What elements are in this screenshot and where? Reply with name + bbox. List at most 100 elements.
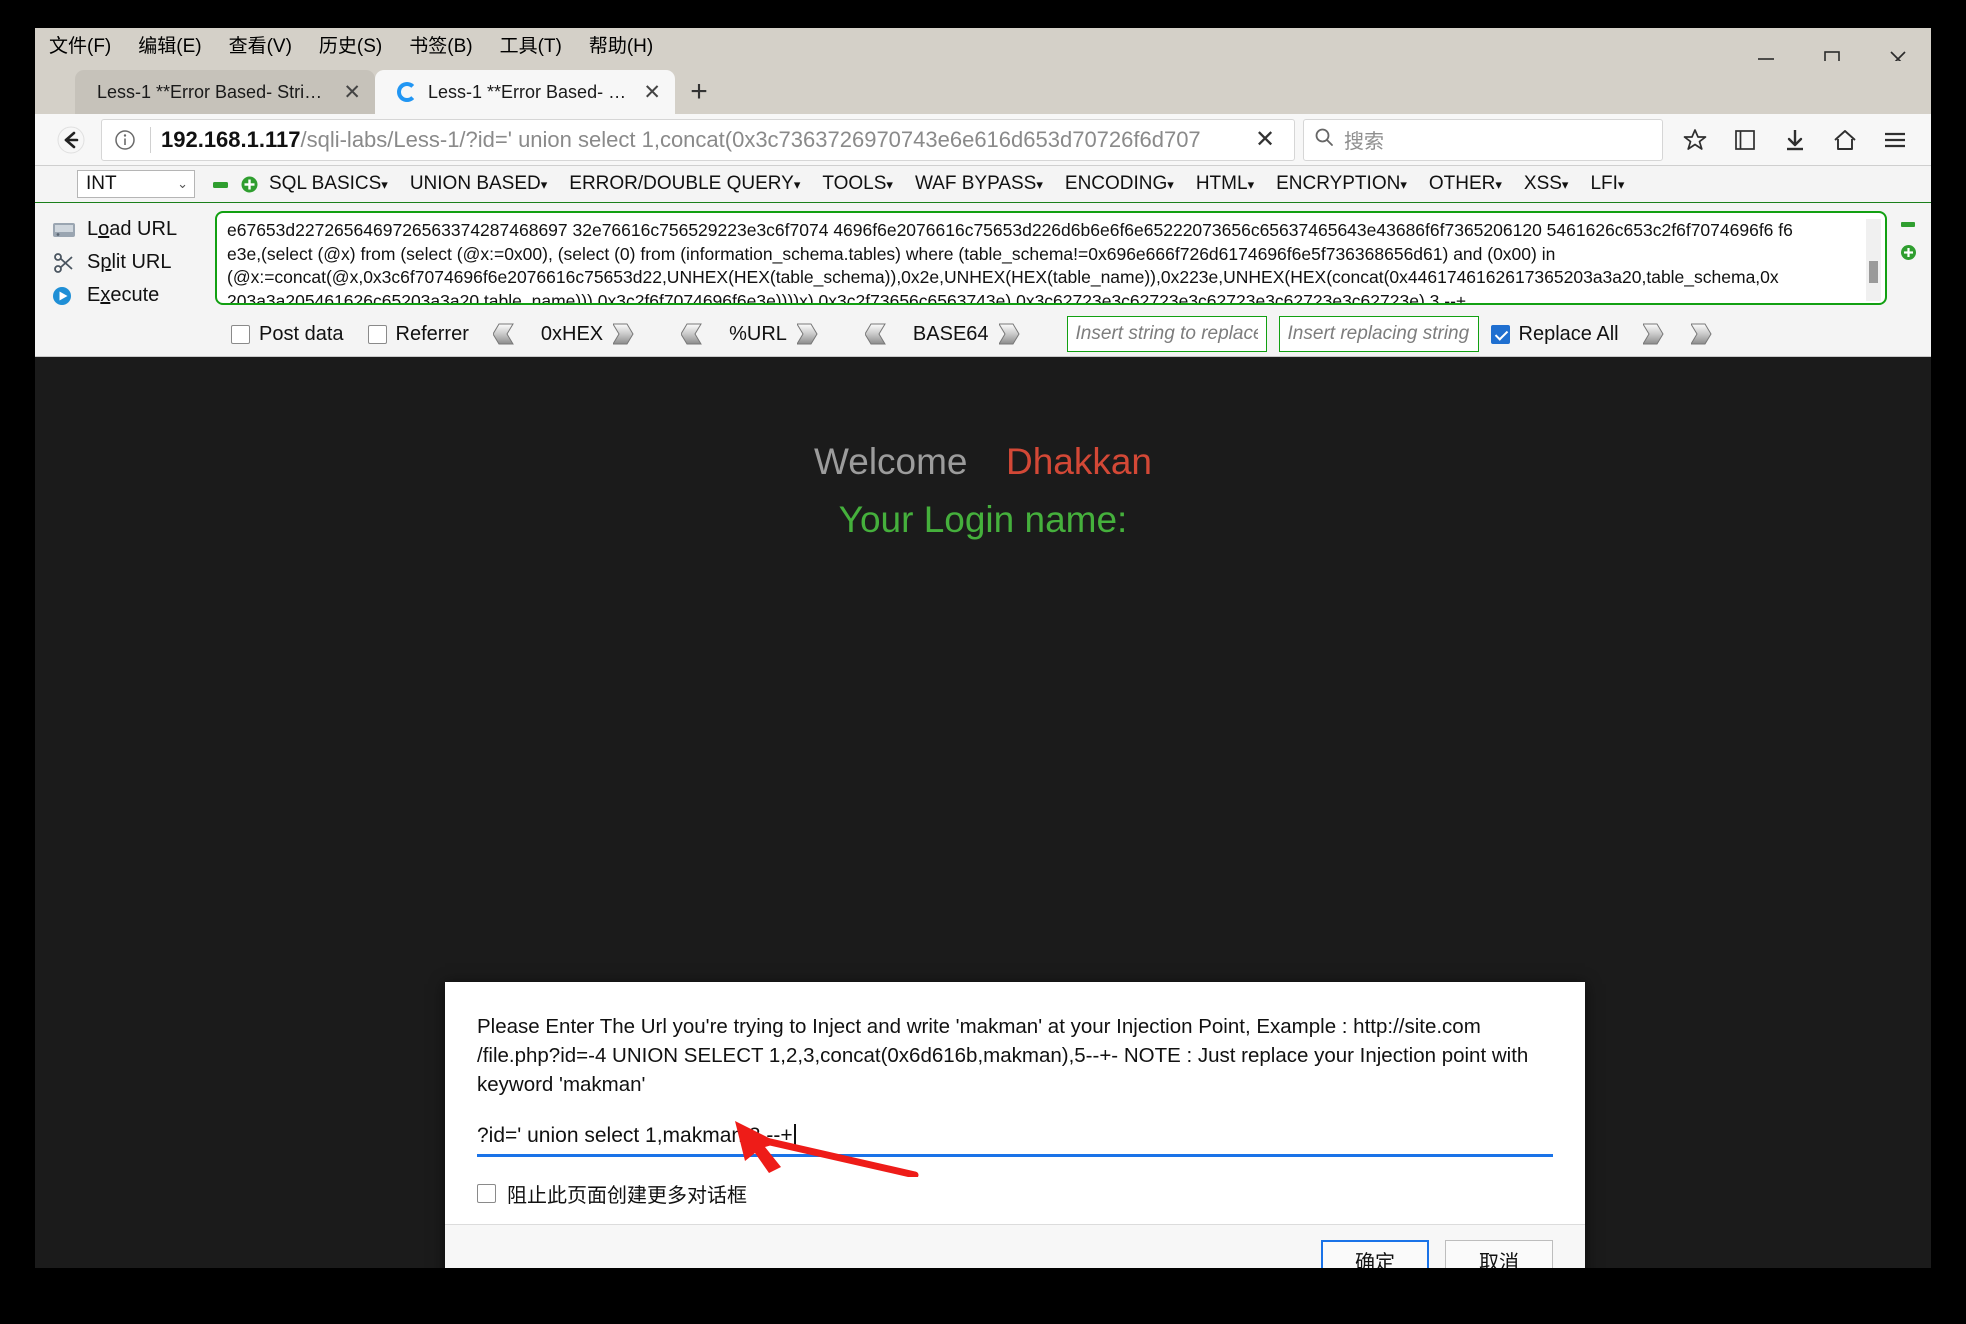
hackbar-payload-area: e67653d2272656469726563374287468697 32e7… (215, 203, 1887, 312)
hackbar-menu-other[interactable]: OTHER▾ (1429, 173, 1502, 195)
login-name-label: Your Login name: (838, 499, 1128, 540)
minus-icon[interactable] (211, 175, 230, 194)
menu-tools[interactable]: 工具(T) (500, 31, 562, 58)
tab-close-icon[interactable]: ✕ (343, 82, 361, 103)
hackbar-menu-waf-bypass[interactable]: WAF BYPASS▾ (915, 173, 1043, 195)
hackbar-menu-encryption[interactable]: ENCRYPTION▾ (1276, 173, 1407, 195)
menu-bookmarks[interactable]: 书签(B) (409, 31, 472, 58)
url-separator (150, 126, 151, 153)
menu-label: ENCODING (1064, 173, 1168, 194)
tab-less1-active[interactable]: Less-1 **Error Based- St... ✕ (375, 70, 675, 114)
tab-strip: Less-1 **Error Based- String... ✕ Less-1… (35, 61, 1931, 114)
search-string-input[interactable]: Insert string to replace (1066, 316, 1267, 352)
encoder-hex-label: 0xHEX (540, 322, 604, 345)
library-icon[interactable] (1723, 118, 1767, 162)
post-data-option[interactable]: Post data (231, 323, 344, 346)
info-icon[interactable] (110, 125, 140, 155)
referrer-option[interactable]: Referrer (367, 322, 469, 346)
ok-button[interactable]: 确定 (1321, 1239, 1429, 1268)
red-arrow-annotation (735, 1117, 925, 1182)
tab-less1-inactive[interactable]: Less-1 **Error Based- String... ✕ (75, 70, 375, 114)
payload-textarea[interactable]: e67653d2272656469726563374287468697 32e7… (215, 211, 1887, 305)
encoder-base64-label: BASE64 (912, 322, 989, 345)
chevron-down-icon: ▾ (1495, 177, 1502, 192)
hamburger-menu-icon[interactable] (1873, 118, 1917, 162)
loading-spinner-icon (397, 82, 417, 102)
hackbar-menu-tools[interactable]: TOOLS▾ (822, 173, 893, 195)
replace-string-placeholder: Insert replacing string (1287, 323, 1470, 344)
decode-left-icon[interactable] (492, 323, 531, 345)
decode-left-icon[interactable] (680, 323, 719, 345)
replace-string-input[interactable]: Insert replacing string (1278, 316, 1479, 352)
encode-right-icon[interactable] (612, 323, 651, 345)
load-url-icon (49, 217, 79, 243)
encode-right-icon[interactable] (796, 323, 835, 345)
load-url-button[interactable]: Load URL (49, 213, 215, 246)
menu-file[interactable]: 文件(F) (49, 31, 111, 58)
replace-all-checkbox[interactable] (1490, 324, 1510, 344)
hackbar-type-select[interactable]: INT ⌄ (77, 170, 195, 198)
hackbar-menu-encoding[interactable]: ENCODING▾ (1065, 173, 1174, 195)
minus-icon[interactable] (1899, 215, 1919, 235)
hackbar-menu-union-based[interactable]: UNION BASED▾ (410, 173, 547, 195)
home-icon[interactable] (1823, 118, 1867, 162)
tab-close-icon[interactable]: ✕ (643, 82, 661, 103)
referrer-label: Referrer (395, 322, 469, 345)
navigation-toolbar: 192.168.1.117/sqli-labs/Less-1/?id=' uni… (35, 114, 1931, 166)
chevron-down-icon: ▾ (1561, 177, 1569, 192)
payload-scrollbar[interactable] (1866, 219, 1881, 301)
dialog-prompt-input[interactable]: ?id=' union select 1,makman,3 --+ (477, 1117, 1553, 1157)
url-host: 192.168.1.117 (161, 126, 301, 152)
split-url-button[interactable]: Split URL (49, 246, 215, 279)
chevron-down-icon: ▾ (1617, 177, 1625, 192)
replace-apply-icon[interactable] (1641, 323, 1681, 345)
download-icon[interactable] (1773, 118, 1817, 162)
split-url-label: Split URL (87, 251, 172, 273)
dialog-body: Please Enter The Url you're trying to In… (445, 982, 1585, 1224)
dialog-footer: 确定 取消 (445, 1224, 1585, 1268)
hackbar-options-row: Post data Referrer 0xHEX %URL BASE64 Ins… (35, 312, 1931, 356)
replace-apply-icon-2[interactable] (1689, 323, 1729, 345)
url-path: /sqli-labs/Less-1/?id=' union select 1,c… (300, 126, 1201, 152)
menu-history[interactable]: 历史(S) (319, 31, 382, 58)
payload-line: e67653d2272656469726563374287468697 32e7… (227, 220, 1793, 240)
replace-all-option[interactable]: Replace All (1490, 323, 1619, 346)
encode-right-icon[interactable] (997, 323, 1037, 345)
dialog-message: Please Enter The Url you're trying to In… (477, 1015, 1529, 1096)
hackbar-menu-xss[interactable]: XSS▾ (1524, 173, 1569, 195)
hackbar-menu-error-double-query[interactable]: ERROR/DOUBLE QUERY▾ (569, 173, 800, 195)
execute-button[interactable]: Execute (49, 279, 215, 312)
scrollbar-thumb[interactable] (1869, 261, 1878, 283)
welcome-banner: Welcome Dhakkan Your Login name: (35, 357, 1931, 541)
hackbar-panel: INT ⌄ SQL BASICS▾ UNION BASED▾ ERROR/DOU… (35, 166, 1931, 357)
post-data-checkbox[interactable] (231, 324, 250, 344)
menu-view[interactable]: 查看(V) (229, 31, 292, 58)
plus-icon[interactable] (240, 175, 259, 194)
back-arrow-icon[interactable] (49, 118, 93, 162)
url-text: 192.168.1.117/sqli-labs/Less-1/?id=' uni… (161, 127, 1244, 153)
clear-url-icon[interactable]: ✕ (1244, 125, 1286, 154)
cancel-button[interactable]: 取消 (1445, 1239, 1553, 1268)
url-bar[interactable]: 192.168.1.117/sqli-labs/Less-1/?id=' uni… (101, 118, 1295, 161)
plus-icon[interactable] (1899, 243, 1919, 263)
menu-help[interactable]: 帮助(H) (589, 31, 653, 58)
hackbar-menu-html[interactable]: HTML▾ (1196, 173, 1254, 195)
menu-edit[interactable]: 编辑(E) (138, 31, 201, 58)
referrer-checkbox[interactable] (367, 324, 387, 344)
search-input[interactable]: 搜索 (1303, 118, 1663, 161)
decode-left-icon[interactable] (864, 323, 903, 345)
chevron-down-icon: ▾ (1167, 177, 1174, 192)
chevron-down-icon: ▾ (793, 177, 801, 192)
star-icon[interactable] (1673, 118, 1717, 162)
suppress-dialogs-option[interactable]: 阻止此页面创建更多对话框 (477, 1179, 1553, 1208)
execute-icon (49, 283, 79, 309)
new-tab-button[interactable]: + (675, 70, 723, 114)
post-data-label: Post data (259, 322, 344, 345)
payload-line: 203a3a205461626c65203a3a20,table_name)))… (227, 290, 1467, 305)
suppress-dialogs-checkbox[interactable] (477, 1184, 496, 1203)
hackbar-menu-sql-basics[interactable]: SQL BASICS▾ (269, 173, 388, 195)
split-url-icon (49, 250, 79, 276)
menu-label: XSS (1523, 173, 1562, 194)
hackbar-body: Load URL Split URL Execute e67653d227265… (35, 203, 1931, 312)
hackbar-menu-lfi[interactable]: LFI▾ (1590, 173, 1624, 195)
